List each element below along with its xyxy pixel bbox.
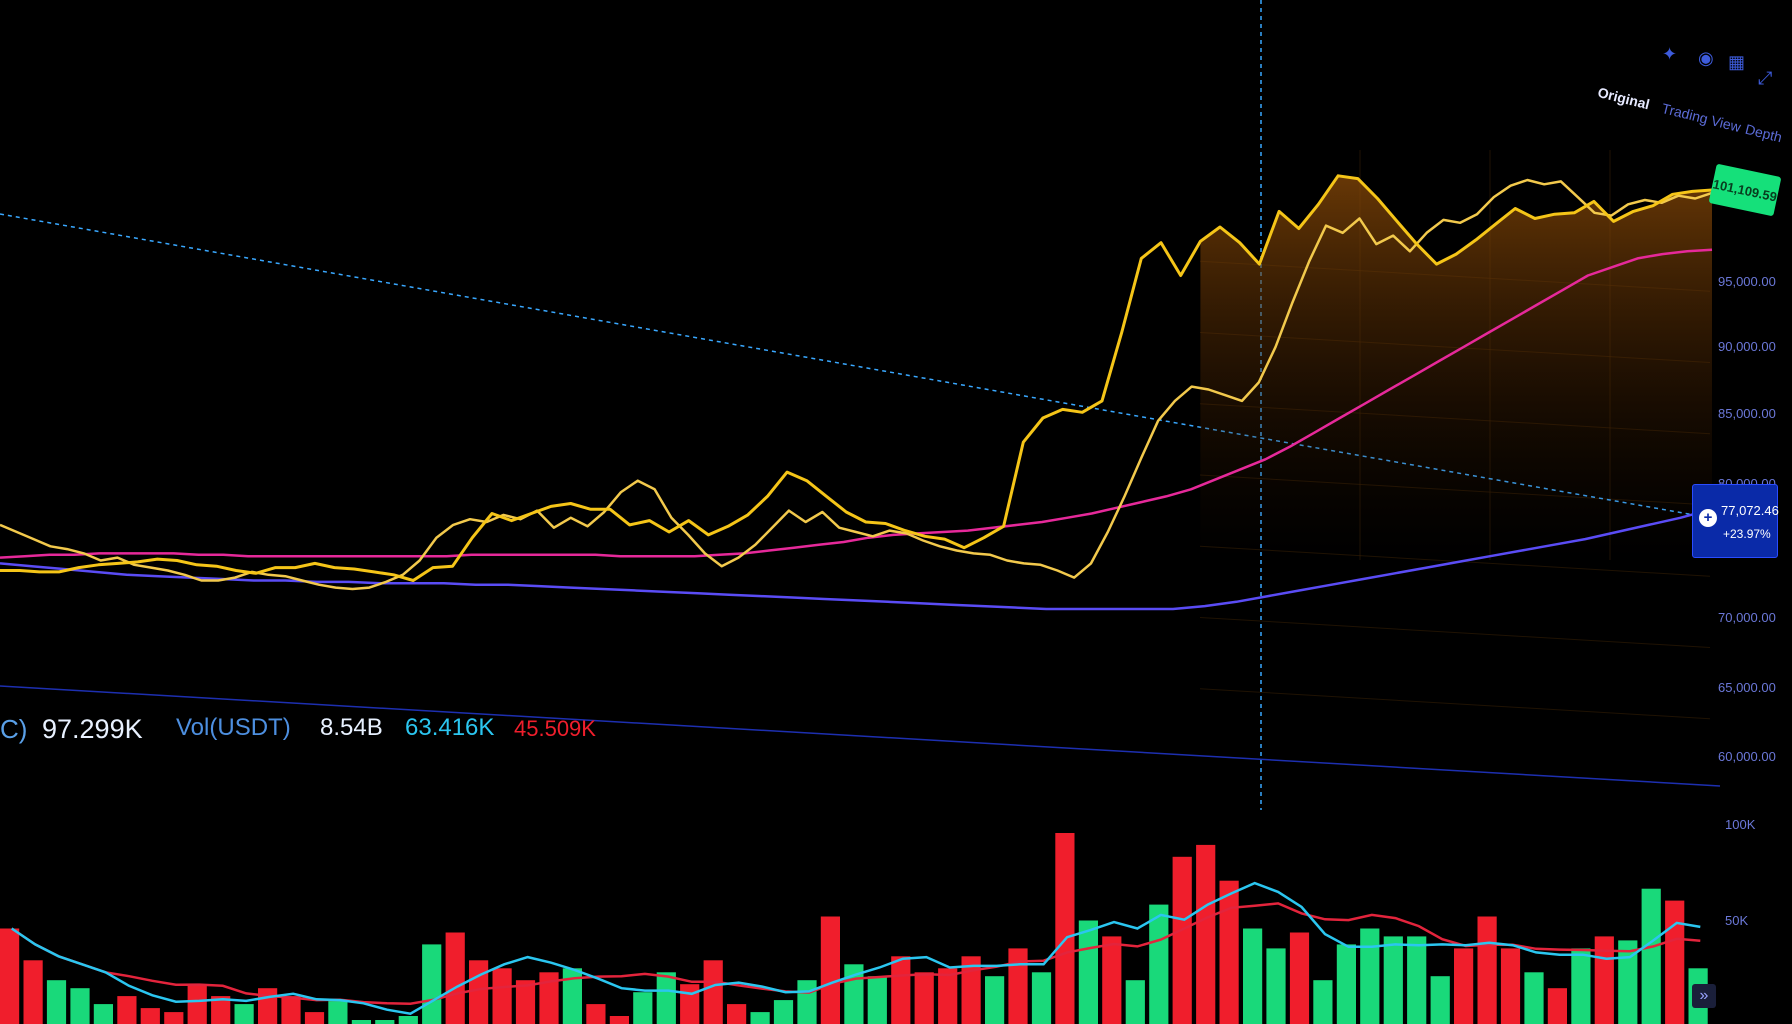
volume-bar [1078,920,1098,1024]
volume-bar [1055,833,1075,1024]
volume-bar [304,1012,325,1024]
volume-bar [703,960,723,1024]
volume-bar [70,988,90,1024]
volume-bar [351,1020,371,1024]
legend-ma5: 63.416K [405,714,495,741]
legend-ma-value: 97.299K [42,714,143,744]
volume-bar [938,968,958,1024]
volume-bar [914,972,934,1024]
volume-bar [46,980,67,1024]
volume-bar [1477,916,1497,1024]
volume-bar [609,1016,629,1024]
volume-bar [187,984,207,1024]
volume-bar [1641,888,1661,1024]
magic-wand-icon[interactable]: ✦ [1662,44,1677,65]
volume-bar [633,992,653,1024]
price-area [1200,175,1712,561]
price-tick: 90,000.00 [1718,339,1776,354]
legend-vol-value: 8.54B [320,714,383,741]
volume-bar [422,944,442,1024]
volume-bar [328,1000,348,1024]
volume-bar [1360,928,1380,1024]
volume-bar [117,996,137,1024]
price-tick: 60,000.00 [1718,749,1776,764]
volume-bar [820,916,840,1024]
volume-bar [1125,980,1145,1024]
legend-prefix: C) [0,714,28,744]
volume-bar [586,1004,606,1024]
price-tick: 95,000.00 [1718,274,1776,289]
crosshair-change: +23.97% [1723,527,1771,541]
volume-bar [1407,936,1427,1024]
volume-bar [1571,948,1591,1024]
volume-bar [891,956,911,1024]
grid-line [1199,688,1711,720]
volume-bar [985,976,1005,1024]
volume-bar [0,928,20,1024]
volume-bar [1266,948,1286,1024]
volume-tick: 100K [1725,817,1756,832]
volume-bar [1665,900,1685,1024]
grid-line [1199,617,1711,648]
volume-bar [1196,844,1216,1024]
legend-ma10: 45.509K [514,716,596,741]
volume-bar [750,1012,770,1024]
price-tick: 85,000.00 [1718,406,1776,421]
volume-bar [1008,948,1028,1024]
price-tick: 70,000.00 [1718,610,1776,625]
crosshair-price-tag: + 77,072.46 +23.97% [1692,484,1779,558]
volume-bar [1289,932,1310,1024]
volume-bar [23,960,43,1024]
volume-bar [727,1004,747,1024]
volume-bar [445,932,465,1024]
volume-bar [398,1016,418,1024]
volume-bar [1219,880,1239,1024]
volume-bar [797,980,817,1024]
expand-icon[interactable]: ⤢ [1758,68,1772,89]
volume-bar [1430,976,1450,1024]
volume-bar [1149,904,1169,1024]
volume-bar [93,1004,113,1024]
volume-bar [164,1012,184,1024]
volume-bar [234,1004,254,1024]
volume-bar [656,972,676,1024]
toolbar-icons: ✦ ◉ ▦ ⤢ [1662,44,1792,88]
volume-bar [1524,972,1544,1024]
volume-bar [1547,988,1567,1024]
bell-icon[interactable]: ◉ [1698,48,1714,69]
volume-bar [281,996,301,1024]
volume-bar [1500,948,1521,1024]
add-alert-icon[interactable]: + [1699,509,1717,527]
price-tick: 65,000.00 [1718,680,1776,695]
volume-bar [1336,944,1356,1024]
volume-bar [773,1000,794,1024]
crosshair-price: 77,072.46 [1721,503,1779,518]
volume-bar [469,960,489,1024]
scroll-right-button[interactable]: » [1692,984,1716,1008]
volume-bar [1102,936,1122,1024]
volume-bar [1243,928,1263,1024]
volume-bar [1454,948,1474,1024]
grid-icon[interactable]: ▦ [1728,52,1745,73]
volume-bar [867,976,887,1024]
volume-bar [140,1008,160,1024]
trading-chart[interactable] [0,0,1792,1024]
volume-bar [375,1020,395,1024]
volume-bar [258,988,278,1024]
volume-bar [1383,936,1403,1024]
volume-bar [680,984,700,1024]
volume-bar [1313,980,1333,1024]
volume-bar [1031,972,1052,1024]
legend-vol-label[interactable]: Vol(USDT) [176,714,291,742]
volume-tick: 50K [1725,913,1749,928]
price-area-fill [1200,175,1712,561]
volume-bar [1172,856,1192,1024]
volume-bar [492,968,512,1024]
